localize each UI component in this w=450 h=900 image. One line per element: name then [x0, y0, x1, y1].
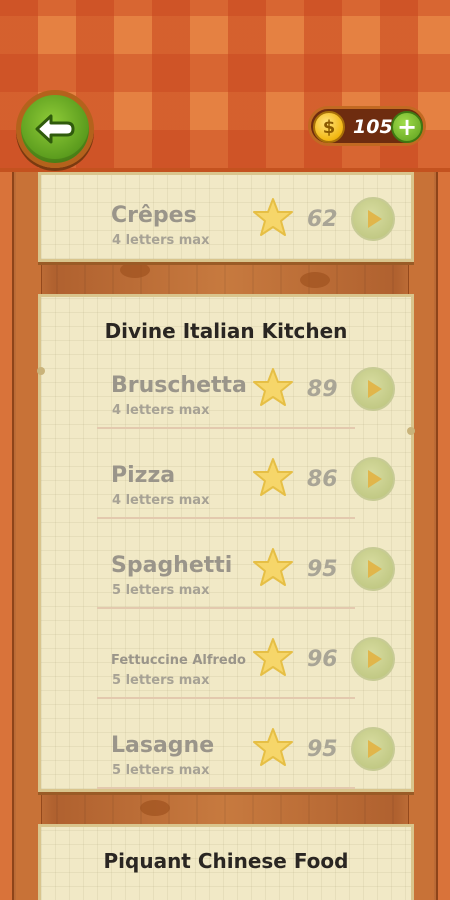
level-score: 95 — [307, 737, 338, 762]
coin-icon: $ — [313, 111, 345, 143]
category-title: Divine Italian Kitchen — [104, 319, 348, 343]
arrow-left-icon — [35, 114, 75, 144]
level-letters-limit: 5 letters max — [112, 673, 210, 688]
level-score: 62 — [307, 207, 338, 232]
header-tablecloth: $ 105 + — [0, 0, 450, 172]
play-button[interactable] — [351, 547, 395, 591]
level-score: 89 — [307, 377, 338, 402]
level-name: Bruschetta — [111, 373, 247, 398]
play-icon — [368, 740, 382, 758]
level-letters-limit: 5 letters max — [112, 763, 210, 778]
category-card-italian: Divine Italian Kitchen Bruschetta 4 lett… — [37, 294, 415, 792]
coin-counter: $ 105 + — [308, 106, 426, 146]
level-name: Pizza — [111, 463, 176, 488]
back-button[interactable] — [16, 90, 94, 168]
star-icon — [253, 368, 293, 406]
category-card-chinese: Piquant Chinese Food — [38, 824, 414, 900]
level-letters-limit: 5 letters max — [112, 583, 210, 598]
wood-edge-right — [436, 170, 450, 900]
coin-value: 105 — [353, 116, 393, 138]
play-button[interactable] — [351, 637, 395, 681]
level-row[interactable]: Fettuccine Alfredo 5 letters max 96 — [97, 637, 411, 733]
play-icon — [368, 560, 382, 578]
star-icon — [253, 728, 293, 766]
divider — [97, 697, 355, 699]
level-card-partial: Crêpes 4 letters max 62 — [38, 172, 414, 262]
divider — [97, 787, 355, 789]
wood-edge-left — [0, 170, 14, 900]
level-row[interactable]: Bruschetta 4 letters max 89 — [97, 367, 411, 463]
nail — [37, 367, 45, 375]
star-icon — [253, 458, 293, 496]
divider — [97, 607, 355, 609]
play-button[interactable] — [351, 367, 395, 411]
play-button[interactable] — [351, 457, 395, 501]
plus-icon: + — [396, 113, 418, 141]
play-button[interactable] — [351, 197, 395, 241]
play-icon — [368, 380, 382, 398]
level-row[interactable]: Lasagne 5 letters max 95 — [97, 727, 411, 823]
star-icon — [253, 638, 293, 676]
level-row[interactable]: Spaghetti 5 letters max 95 — [97, 547, 411, 643]
divider — [97, 517, 355, 519]
category-title: Piquant Chinese Food — [103, 849, 349, 873]
play-button[interactable] — [351, 727, 395, 771]
level-score: 96 — [307, 647, 338, 672]
level-score: 95 — [307, 557, 338, 582]
level-letters-limit: 4 letters max — [112, 493, 210, 508]
level-row[interactable]: Pizza 4 letters max 86 — [97, 457, 411, 553]
level-name: Spaghetti — [111, 553, 233, 578]
level-name: Fettuccine Alfredo — [111, 653, 246, 668]
play-icon — [368, 210, 382, 228]
level-letters-limit: 4 letters max — [112, 233, 210, 248]
star-icon — [253, 198, 293, 236]
level-score: 86 — [307, 467, 338, 492]
divider — [97, 427, 355, 429]
level-row[interactable]: Crêpes 4 letters max 62 — [111, 197, 411, 293]
level-name: Crêpes — [111, 203, 197, 228]
star-icon — [253, 548, 293, 586]
level-letters-limit: 4 letters max — [112, 403, 210, 418]
play-icon — [368, 650, 382, 668]
level-name: Lasagne — [111, 733, 215, 758]
add-coins-button[interactable]: + — [391, 111, 423, 143]
coin-symbol: $ — [322, 116, 336, 138]
play-icon — [368, 470, 382, 488]
